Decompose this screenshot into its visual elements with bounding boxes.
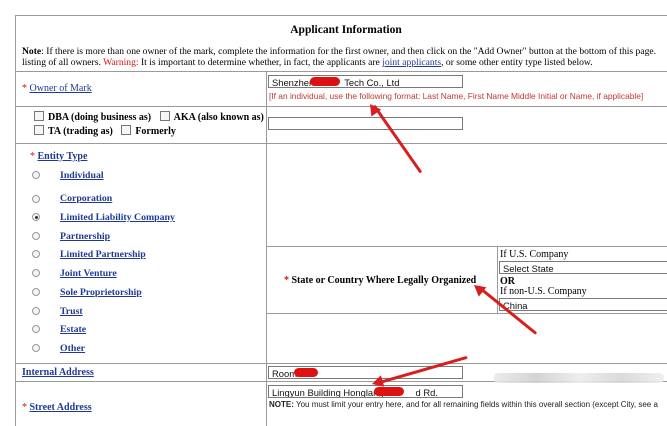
street-address-label: * Street Address [22, 402, 92, 413]
aka-checkbox[interactable] [159, 111, 170, 121]
section-title: Applicant Information [290, 24, 402, 36]
entity-radio-trust[interactable] [32, 307, 40, 315]
owner-format-hint: [If an individual, use the following for… [269, 91, 644, 101]
internal-address-label: Internal Address [22, 367, 94, 378]
state-select[interactable]: Select State [499, 261, 667, 274]
entity-radio-joint-venture[interactable] [32, 269, 40, 277]
ta-checkbox[interactable] [34, 125, 44, 135]
us-company-label: If U.S. Company [500, 249, 569, 260]
applicant-form: Applicant Information Note: If there is … [15, 15, 667, 426]
dba-checkbox[interactable] [34, 111, 44, 121]
entity-radio-sole-proprietorship[interactable] [32, 288, 40, 296]
dba-options-row2: TA (trading as) Formerly [34, 125, 176, 137]
entity-radio-llc[interactable] [32, 213, 40, 221]
street-address-note: NOTE: You must limit your entry here, an… [269, 400, 658, 409]
instructions-note: Note: If there is more than one owner of… [22, 46, 657, 68]
entity-option-partnership[interactable]: Partnership [60, 231, 110, 242]
entity-radio-corporation[interactable] [32, 195, 40, 203]
entity-radio-partnership[interactable] [32, 232, 40, 240]
state-country-label: * State or Country Where Legally Organiz… [284, 275, 477, 286]
entity-option-other[interactable]: Other [60, 343, 85, 354]
dba-options-row1: DBA (doing business as) AKA (also known … [34, 111, 264, 123]
owner-label: * Owner of Mark [22, 83, 92, 94]
entity-radio-estate[interactable] [32, 325, 40, 333]
annotation-arrow [372, 104, 423, 174]
entity-option-sole-proprietorship[interactable]: Sole Proprietorship [60, 287, 142, 298]
entity-option-trust[interactable]: Trust [60, 306, 83, 317]
entity-radio-limited-partnership[interactable] [32, 250, 40, 258]
entity-type-label: * Entity Type [30, 151, 88, 162]
entity-option-limited-partnership[interactable]: Limited Partnership [60, 249, 146, 260]
entity-option-llc[interactable]: Limited Liability Company [60, 212, 175, 223]
entity-option-individual[interactable]: Individual [60, 170, 104, 181]
joint-applicants-link[interactable]: joint applicants [382, 57, 441, 68]
redaction-mark [310, 77, 340, 86]
entity-option-joint-venture[interactable]: Joint Venture [60, 268, 117, 279]
warning-label: Warning: [103, 57, 139, 68]
dba-name-input[interactable] [268, 117, 463, 130]
entity-radio-individual[interactable] [32, 171, 40, 179]
country-select[interactable]: China [499, 298, 667, 311]
redaction-mark [294, 368, 318, 377]
non-us-company-label: If non-U.S. Company [500, 286, 587, 297]
entity-option-corporation[interactable]: Corporation [60, 193, 112, 204]
formerly-checkbox[interactable] [121, 125, 132, 135]
entity-radio-other[interactable] [32, 344, 40, 352]
owner-input[interactable]: Shenzhen Tech Co., Ltd [268, 75, 463, 88]
street-address-input[interactable]: Lingyun Building Honglang d Rd. [268, 385, 463, 398]
entity-option-estate[interactable]: Estate [60, 324, 86, 335]
watermark [494, 373, 664, 383]
